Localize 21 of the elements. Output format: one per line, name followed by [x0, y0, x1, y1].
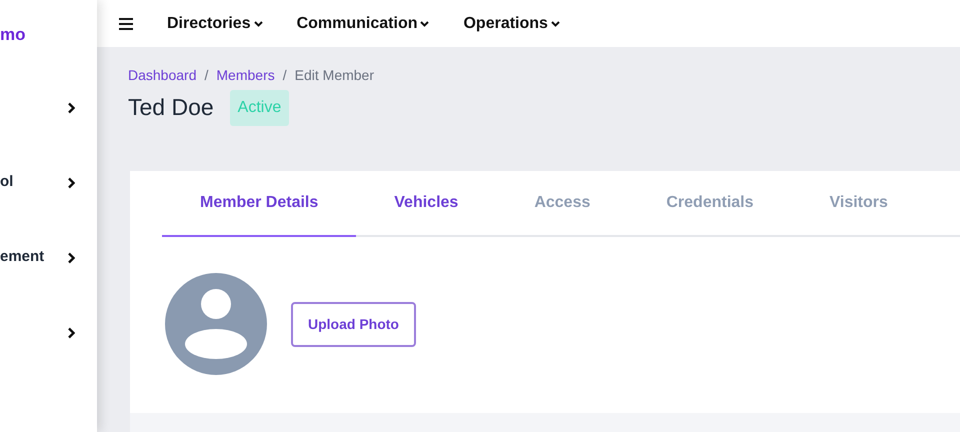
breadcrumb-current: Edit Member [294, 66, 374, 85]
nav-menu[interactable]: Operations [463, 12, 560, 36]
menu-icon[interactable] [119, 18, 133, 30]
nav-menu[interactable]: Communication [296, 12, 430, 36]
nav-menu[interactable]: Directories [167, 12, 263, 36]
chevron-down-icon [254, 20, 263, 26]
tab[interactable]: Vehicles [356, 171, 496, 237]
breadcrumb-separator: / [282, 66, 287, 85]
avatar-placeholder-icon [165, 273, 267, 375]
sidebar-item[interactable]: ol [0, 171, 14, 194]
breadcrumb-separator: / [204, 66, 208, 85]
upload-photo-button[interactable]: Upload Photo [291, 302, 416, 346]
chevron-down-icon [420, 20, 430, 26]
sidebar-item[interactable]: ement [0, 246, 44, 269]
breadcrumb-link[interactable]: Members [216, 65, 275, 86]
member-name: Ted Doe [128, 94, 214, 122]
brand-logo[interactable]: mo [0, 0, 97, 70]
tab[interactable]: Member Details [162, 171, 356, 237]
status-badge: Active [230, 90, 290, 126]
chevron-down-icon [550, 20, 560, 26]
breadcrumb-link[interactable]: Dashboard [128, 65, 196, 86]
